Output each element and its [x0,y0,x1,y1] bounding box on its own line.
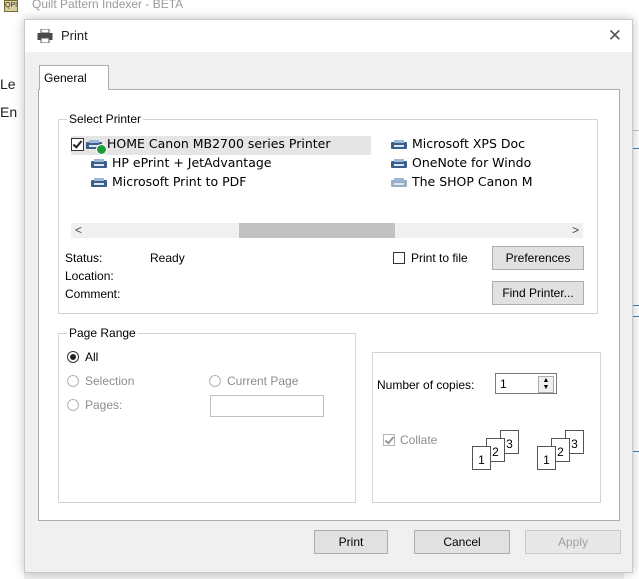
scroll-left-arrow[interactable]: < [75,223,82,237]
printer-item-print-to-pdf[interactable]: Microsoft Print to PDF [91,174,331,193]
print-button[interactable]: Print [314,530,388,554]
selected-checkbox-icon [71,138,84,151]
radio-all[interactable] [67,351,79,363]
printer-item-onenote[interactable]: OneNote for Windo [391,155,589,174]
printer-list-scrollbar[interactable]: < > [71,223,583,238]
print-button-label: Print [338,535,364,549]
copies-group [372,352,601,503]
printer-name: Microsoft XPS Doc [412,136,526,151]
printer-name: The SHOP Canon M [412,174,533,189]
preferences-button[interactable]: Preferences [492,246,584,270]
pages-input[interactable] [210,395,324,417]
printer-item-shop-canon[interactable]: The SHOP Canon M [391,174,589,193]
printer-list[interactable]: HOME Canon MB2700 series Printer HP ePri… [69,134,589,212]
copies-label: Number of copies: [377,378,475,392]
comment-label: Comment: [65,287,121,301]
collate-illustration-icon: 3 2 1 [535,430,595,478]
background-app-titlebar: QPI Quilt Pattern Indexer - BETA [0,0,639,12]
printer-icon [91,158,108,169]
print-to-file-checkbox[interactable] [393,252,405,264]
copies-spinner[interactable]: ▲ ▼ [538,376,554,393]
location-label: Location: [65,269,114,283]
close-icon[interactable]: ✕ [608,26,622,46]
scrollbar-thumb[interactable] [239,223,395,238]
printer-name: Microsoft Print to PDF [112,174,247,189]
radio-selection[interactable] [67,375,79,387]
printer-name: OneNote for Windo [412,155,532,170]
printer-name: HOME Canon MB2700 series Printer [107,136,331,151]
printer-icon [391,139,408,150]
printer-icon [86,139,107,155]
collate-label: Collate [400,433,438,447]
radio-current-page-label: Current Page [227,374,299,388]
printer-icon [91,177,108,188]
status-label: Status: [65,251,103,265]
app-logo-icon: QPI [4,0,18,12]
printer-name: HP ePrint + JetAdvantage [112,155,272,170]
copies-value: 1 [500,377,507,391]
print-to-file-label: Print to file [411,251,468,265]
radio-current-page[interactable] [209,375,221,387]
apply-button-label: Apply [557,535,589,549]
cancel-button-label: Cancel [443,535,481,549]
collate-illustration-icon: 3 2 1 [470,430,530,478]
scroll-right-arrow[interactable]: > [572,223,579,237]
collate-page: 1 [472,446,491,470]
copies-input[interactable]: 1 ▲ ▼ [495,373,557,394]
radio-all-label: All [85,350,99,364]
collate-page: 1 [537,446,556,470]
find-printer-button[interactable]: Find Printer... [492,281,584,305]
printer-item-xps[interactable]: Microsoft XPS Doc [391,136,589,155]
page-range-group: Page Range All Selection Current Page Pa… [58,326,356,503]
background-menu-item: En [0,104,18,120]
radio-pages-label: Pages: [85,398,123,412]
printer-item-hp-eprint[interactable]: HP ePrint + JetAdvantage [91,155,331,174]
tab-general[interactable]: General [39,65,109,90]
apply-button[interactable]: Apply [525,530,621,554]
status-value: Ready [150,251,185,265]
tab-panel-general: Select Printer HOME Canon MB2700 series … [38,89,620,521]
preferences-button-label: Preferences [505,251,571,265]
printer-icon [391,158,408,169]
page-range-label: Page Range [67,326,138,340]
dialog-titlebar[interactable]: Print ✕ [25,20,632,52]
select-printer-label: Select Printer [67,112,144,126]
print-dialog: Print ✕ General Select Printer HOME Cano… [24,19,633,573]
dialog-title: Print [61,28,88,43]
radio-selection-label: Selection [85,374,135,388]
cancel-button[interactable]: Cancel [414,530,510,554]
background-app-title: Quilt Pattern Indexer - BETA [32,0,184,11]
printer-icon [391,177,408,188]
radio-pages[interactable] [67,399,79,411]
tab-general-label: General [44,71,87,85]
printer-item-home-canon[interactable]: HOME Canon MB2700 series Printer [71,136,371,155]
collate-checkbox[interactable] [383,434,395,446]
background-menu-item: Le [0,76,16,92]
select-printer-group: Select Printer HOME Canon MB2700 series … [58,112,598,314]
find-printer-button-label: Find Printer... [502,286,574,300]
default-printer-icon [96,143,107,155]
printer-icon [37,29,53,43]
